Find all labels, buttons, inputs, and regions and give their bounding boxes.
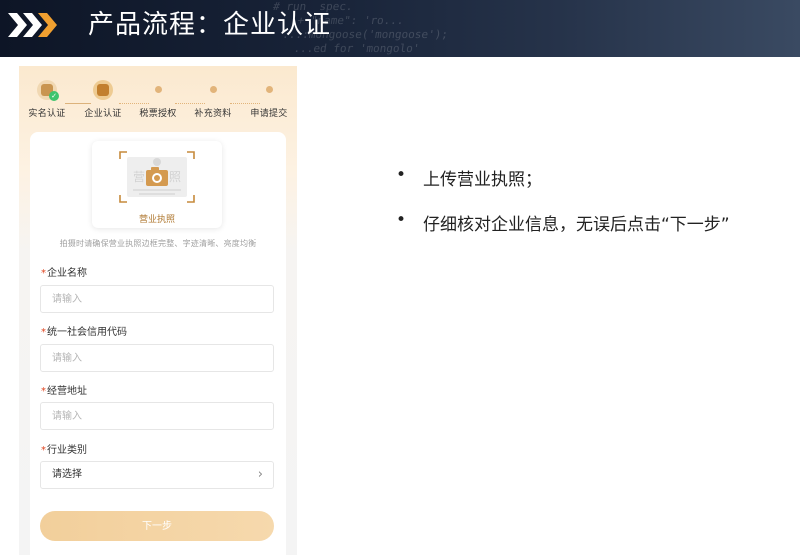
- slide-header: # run spec. + "name": 'ro... ...:mongoos…: [0, 0, 800, 57]
- form-card: 营 照 营业执照 拍摄时请确保营业执照边框完整、字迹清晰、亮度均衡 *企业名称 …: [30, 132, 286, 555]
- bullet-list: • 上传营业执照； • 仔细核对企业信息，无误后点击“下一步”: [396, 165, 796, 255]
- step-label: 申请提交: [250, 109, 288, 119]
- step-label: 企业认证: [84, 109, 122, 119]
- industry-select[interactable]: 请选择 ›: [40, 461, 274, 489]
- progress-steps: ✓ 实名认证 企业认证 税票授权 补充资料 申请提交: [19, 80, 297, 120]
- field-label-text: 经营地址: [47, 386, 87, 397]
- step-dot: [210, 86, 217, 93]
- step-label: 税票授权: [139, 109, 177, 119]
- step-tax[interactable]: 税票授权: [130, 80, 186, 119]
- bullet-item: • 上传营业执照；: [396, 165, 796, 210]
- next-step-button[interactable]: 下一步: [40, 511, 274, 541]
- bullet-mark: •: [396, 210, 407, 230]
- upload-label: 营业执照: [138, 215, 175, 225]
- step-dot: [266, 86, 273, 93]
- company-name-input[interactable]: [40, 285, 274, 313]
- step-supplement[interactable]: 补充资料: [185, 80, 241, 119]
- bullet-text: 上传营业执照；: [423, 170, 542, 190]
- field-label-text: 统一社会信用代码: [47, 327, 127, 338]
- license-char: 营: [133, 170, 145, 184]
- field-label-text: 行业类别: [47, 445, 87, 456]
- step-label: 补充资料: [194, 109, 232, 119]
- building-icon: [93, 80, 113, 100]
- license-upload-button[interactable]: 营 照 营业执照: [92, 141, 222, 228]
- business-address-label: *经营地址: [41, 382, 87, 397]
- step-label: 实名认证: [28, 109, 66, 119]
- step-submit[interactable]: 申请提交: [241, 80, 297, 119]
- required-mark: *: [41, 327, 46, 338]
- industry-label: *行业类别: [41, 441, 87, 456]
- chevron-logo-icon: [8, 13, 57, 37]
- bullet-text: 仔细核对企业信息，无误后点击“下一步”: [423, 215, 730, 235]
- business-address-input[interactable]: [40, 402, 274, 430]
- step-real-name[interactable]: ✓ 实名认证: [19, 80, 75, 119]
- required-mark: *: [41, 445, 46, 456]
- phone-screenshot: ✓ 实名认证 企业认证 税票授权 补充资料 申请提交 营 照 营业执照 拍摄时请…: [19, 66, 297, 555]
- code-background: # run spec. + "name": 'ro... ...:mongoos…: [266, 0, 449, 55]
- slide-title: 产品流程：企业认证: [88, 10, 332, 40]
- industry-select-value: 请选择: [52, 469, 82, 480]
- bullet-item: • 仔细核对企业信息，无误后点击“下一步”: [396, 210, 796, 255]
- upload-hint: 拍摄时请确保营业执照边框完整、字迹清晰、亮度均衡: [59, 239, 257, 248]
- required-mark: *: [41, 268, 46, 279]
- chevron-right-icon: ›: [257, 467, 263, 482]
- required-mark: *: [41, 386, 46, 397]
- license-char: 照: [169, 170, 181, 184]
- credit-code-label: *统一社会信用代码: [41, 323, 127, 338]
- step-enterprise[interactable]: 企业认证: [75, 80, 131, 119]
- business-license-camera-icon: 营 照: [119, 151, 195, 203]
- field-label-text: 企业名称: [47, 268, 87, 279]
- bullet-mark: •: [396, 165, 407, 185]
- check-icon: ✓: [49, 91, 59, 101]
- credit-code-input[interactable]: [40, 344, 274, 372]
- step-dot: [155, 86, 162, 93]
- company-name-label: *企业名称: [41, 264, 87, 279]
